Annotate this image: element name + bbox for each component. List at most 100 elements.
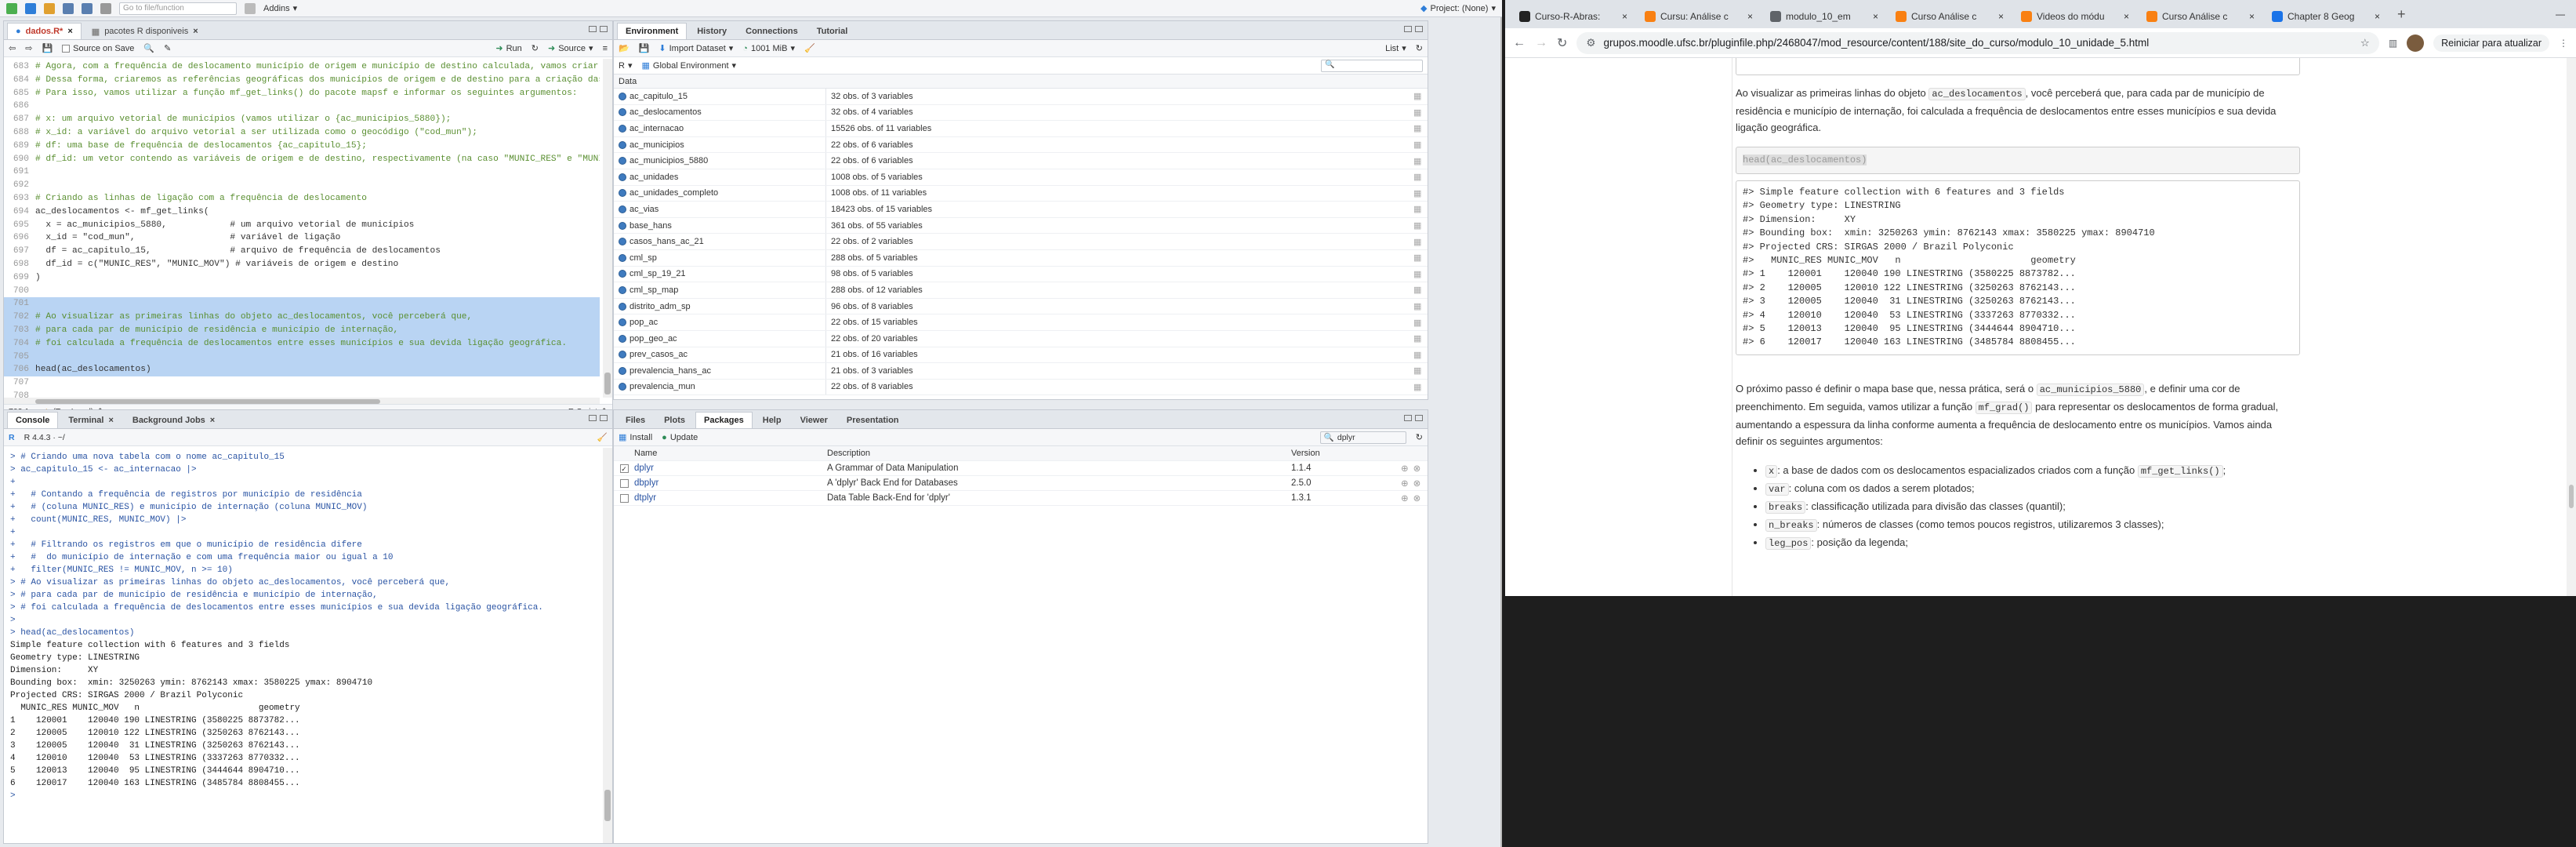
expand-dot-icon[interactable] [619,140,626,149]
code-editor[interactable]: 683 # Agora, com a frequência de deslocam… [4,59,600,398]
scope-dropdown[interactable]: ▦ Global Environment ▾ [641,60,736,71]
code-line[interactable]: 683 # Agora, com a frequência de deslocam… [4,60,600,74]
import-dataset-button[interactable]: ⬇ Import Dataset ▾ [659,43,733,54]
view-table-icon[interactable]: ▦ [1413,220,1428,231]
view-table-icon[interactable]: ▦ [1413,204,1428,214]
package-remove-icon[interactable]: ⊗ [1413,493,1421,503]
editor-tab-dados[interactable]: ● dados.R* × [7,23,82,39]
env-row[interactable]: cml_sp_map 288 obs. of 12 variables ▦ [614,282,1428,299]
view-table-icon[interactable]: ▦ [1413,269,1428,279]
expand-dot-icon[interactable] [619,302,626,311]
package-remove-icon[interactable]: ⊗ [1413,478,1421,489]
side-panel-icon[interactable]: ▥ [2389,38,2397,49]
tab-help[interactable]: Help [754,412,790,428]
code-line[interactable]: 703 # para cada par de município de resid… [4,323,600,337]
code-line[interactable]: 687 # x: um arquivo vetorial de município… [4,113,600,126]
view-table-icon[interactable]: ▦ [1413,253,1428,263]
close-icon[interactable]: × [2375,11,2380,22]
view-table-icon[interactable]: ▦ [1413,188,1428,198]
code-line[interactable]: 694 ac_deslocamentos <- mf_get_links( [4,205,600,219]
browser-tab[interactable]: Chapter 8 Geog × [2264,5,2388,28]
browser-tab[interactable]: Videos do módu × [2013,5,2137,28]
col-name[interactable]: Name [634,449,827,458]
view-table-icon[interactable]: ▦ [1413,140,1428,150]
addins-menu[interactable]: Addins ▾ [263,3,297,14]
editor-vscroll[interactable] [603,59,612,398]
env-search-input[interactable]: 🔍 [1321,59,1423,72]
env-row[interactable]: ac_vias 18423 obs. of 15 variables ▦ [614,202,1428,218]
tab-viewer[interactable]: Viewer [792,412,836,428]
broom-icon[interactable]: 🧹 [804,43,815,53]
view-table-icon[interactable]: ▦ [1413,301,1428,311]
expand-dot-icon[interactable] [619,383,626,391]
env-row[interactable]: distrito_adm_sp 96 obs. of 8 variables ▦ [614,298,1428,315]
update-button[interactable]: Reiniciar para atualizar [2433,34,2549,52]
env-row[interactable]: ac_deslocamentos 32 obs. of 4 variables ▦ [614,104,1428,122]
rerun-icon[interactable]: ↻ [532,43,539,53]
code-line[interactable]: 696 x_id = "cod_mun", # variável de liga… [4,231,600,245]
open-file-icon[interactable] [44,2,55,14]
code-line[interactable]: 706 head(ac_deslocamentos) [4,363,600,377]
save-workspace-icon[interactable]: 💾 [639,43,650,53]
code-line[interactable]: 690 # df_id: um vetor contendo as variáve… [4,153,600,166]
package-remove-icon[interactable]: ⊗ [1413,463,1421,474]
code-line[interactable]: 704 # foi calculada a frequência de deslo… [4,336,600,351]
new-tab-icon[interactable]: + [2389,6,2414,23]
env-row[interactable]: ac_unidades 1008 obs. of 5 variables ▦ [614,169,1428,186]
minimize-icon[interactable]: — [2545,9,2576,20]
back-icon[interactable]: ⇦ [9,43,16,53]
run-button[interactable]: ➜ Run [495,43,521,54]
expand-dot-icon[interactable] [619,366,626,375]
package-name-link[interactable]: dtplyr [634,493,827,503]
code-line[interactable]: 691 [4,165,600,179]
pane-controls[interactable] [1404,26,1423,32]
print-icon[interactable] [100,2,111,14]
close-icon[interactable]: × [1622,11,1627,22]
package-name-link[interactable]: dbplyr [634,478,827,488]
expand-dot-icon[interactable] [619,124,626,133]
view-table-icon[interactable]: ▦ [1413,107,1428,118]
package-name-link[interactable]: dplyr [634,463,827,473]
env-row[interactable]: ac_capitulo_15 32 obs. of 3 variables ▦ [614,89,1428,105]
tab-files[interactable]: Files [617,412,654,428]
forward-icon[interactable]: → [1535,36,1547,50]
package-web-icon[interactable]: ⊕ [1401,493,1409,503]
close-icon[interactable]: × [67,27,72,36]
refresh-icon[interactable]: ↻ [1416,432,1423,442]
avatar[interactable] [2407,34,2425,52]
browser-tab[interactable]: modulo_10_em × [1762,5,1886,28]
close-icon[interactable]: × [108,416,113,425]
forward-icon[interactable]: ⇨ [25,43,32,53]
package-load-checkbox[interactable] [619,493,629,503]
code-line[interactable]: 684 # Dessa forma, criaremos as referênci… [4,74,600,87]
tab-terminal[interactable]: Terminal × [60,412,122,428]
env-row[interactable]: cml_sp_19_21 98 obs. of 5 variables ▦ [614,266,1428,283]
outline-icon[interactable]: ≡ [603,44,608,53]
save-icon[interactable] [63,2,74,14]
site-info-icon[interactable]: ⚙ [1586,37,1595,49]
view-table-icon[interactable]: ▦ [1413,172,1428,182]
code-line[interactable]: 685 # Para isso, vamos utilizar a função … [4,87,600,100]
expand-dot-icon[interactable] [619,270,626,278]
browser-tab[interactable]: Curso-R-Abras: × [1511,5,1635,28]
tab-plots[interactable]: Plots [655,412,694,428]
env-row[interactable]: casos_hans_ac_21 22 obs. of 2 variables ▦ [614,234,1428,250]
code-line[interactable]: 701 [4,297,600,311]
env-row[interactable]: pop_geo_ac 22 obs. of 20 variables ▦ [614,330,1428,347]
expand-dot-icon[interactable] [619,285,626,294]
view-table-icon[interactable]: ▦ [1413,365,1428,376]
install-button[interactable]: ▦ Install [619,432,652,443]
env-row[interactable]: prevalencia_mun 22 obs. of 8 variables ▦ [614,379,1428,396]
code-line[interactable]: 697 df = ac_capitulo_15, # arquivo de fr… [4,245,600,258]
code-line[interactable]: 702 # Ao visualizar as primeiras linhas d… [4,311,600,324]
goto-file-input[interactable]: Go to file/function [119,2,237,15]
search-icon[interactable]: 🔍 [143,43,154,53]
language-dropdown[interactable]: R ▾ [619,60,632,71]
expand-dot-icon[interactable] [619,351,626,359]
code-line[interactable]: 700 [4,285,600,298]
package-web-icon[interactable]: ⊕ [1401,478,1409,489]
expand-dot-icon[interactable] [619,173,626,181]
close-icon[interactable]: × [2249,11,2255,22]
source-on-save-checkbox[interactable]: Source on Save [62,44,134,53]
view-table-icon[interactable]: ▦ [1413,91,1428,101]
